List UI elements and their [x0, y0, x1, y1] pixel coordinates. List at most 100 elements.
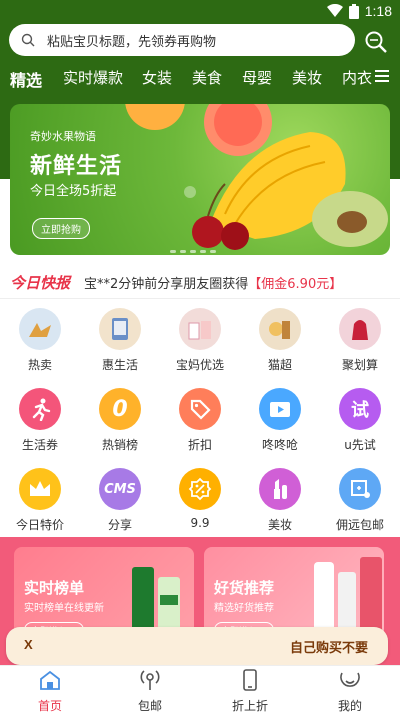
try-icon: 试	[339, 388, 381, 430]
runner-icon	[19, 388, 61, 430]
wifi-icon	[326, 4, 343, 17]
scan-icon[interactable]	[362, 28, 390, 56]
zero-icon: 0	[99, 388, 141, 430]
grid-label: 分享	[107, 518, 132, 532]
tab-baby[interactable]: 母婴	[242, 67, 272, 88]
tab-women[interactable]: 女装	[142, 67, 172, 88]
promo-subtitle: 精选好货推荐	[214, 603, 274, 614]
grid-item-tmall[interactable]: 猫超	[240, 308, 320, 373]
clock: 1:18	[364, 3, 392, 19]
grid-item-9-9[interactable]: 9.9	[160, 468, 240, 530]
banner-tagline: 奇妙水果物语	[30, 130, 96, 143]
percent-icon	[179, 468, 221, 510]
status-icons: 1:18	[326, 3, 392, 19]
life-icon	[99, 308, 141, 350]
tab-label: 首页	[37, 699, 62, 712]
grid-item-juhuasuan[interactable]: 聚划算	[320, 308, 400, 373]
tab-underwear[interactable]: 内衣	[342, 67, 372, 88]
tab-shipping[interactable]: 包邮	[100, 666, 200, 712]
phone-icon	[243, 669, 257, 691]
crown-icon	[19, 468, 61, 510]
lipstick-icon	[259, 468, 301, 510]
grid-item-share[interactable]: CMS 分享	[80, 468, 160, 533]
cms-icon: CMS	[99, 468, 141, 510]
grid-item-bestseller[interactable]: 0 热销榜	[80, 388, 160, 453]
status-bar: 1:18	[0, 0, 400, 22]
divider	[0, 298, 400, 299]
tab-featured[interactable]: 精选	[10, 67, 42, 91]
menu-icon[interactable]	[372, 65, 392, 89]
promo-banner[interactable]: 奇妙水果物语 新鲜生活 今日全场5折起 立即抢购	[10, 104, 390, 255]
banner-buy-button[interactable]: 立即抢购	[32, 218, 90, 239]
news-text: 宝**2分钟前分享朋友圈获得【佣金6.90元】	[84, 273, 342, 292]
tab-discount[interactable]: 折上折	[200, 666, 300, 712]
grid-item-discount[interactable]: 折扣	[160, 388, 240, 453]
news-message: 宝**2分钟前分享朋友圈获得	[84, 277, 249, 292]
promo-card-ranking[interactable]: 实时榜单 实时榜单在线更新 立即进入 >	[14, 547, 194, 637]
grid-item-dongdongqiang[interactable]: 咚咚呛	[240, 388, 320, 453]
grid-item-life[interactable]: 惠生活	[80, 308, 160, 373]
tab-label: 包邮	[137, 699, 162, 712]
news-logo: 今日快报	[10, 274, 71, 292]
cart-icon	[339, 468, 381, 510]
tab-beauty[interactable]: 美妆	[292, 67, 322, 88]
grid-label: 猫超	[267, 358, 292, 372]
cosmetics-illustration	[314, 557, 382, 637]
tab-hot-now[interactable]: 实时爆款	[63, 67, 123, 88]
grid-label: 佣远包邮	[335, 518, 384, 532]
juhuasuan-icon	[339, 308, 381, 350]
home-icon	[40, 670, 60, 690]
search-placeholder: 粘贴宝贝标题，先领券再购物	[47, 34, 217, 50]
toast-close-button[interactable]: X	[24, 637, 33, 652]
tab-food[interactable]: 美食	[192, 67, 222, 88]
grid-label: 咚咚呛	[261, 438, 298, 452]
grid-label: 折扣	[187, 438, 212, 452]
grid-label: 惠生活	[101, 358, 138, 372]
discount-tag-icon	[179, 388, 221, 430]
profile-icon	[340, 672, 360, 687]
promo-title: 好货推荐	[214, 579, 275, 597]
tab-label: 折上折	[231, 699, 268, 712]
grid-item-daily-deal[interactable]: 今日特价	[0, 468, 80, 533]
grid-label: 9.9	[190, 516, 210, 530]
grid-item-free-shipping[interactable]: 佣远包邮	[320, 468, 400, 533]
carousel-indicator	[170, 250, 216, 253]
grid-label: u先试	[344, 438, 376, 452]
promo-card-recommend[interactable]: 好货推荐 精选好货推荐 立即进入 >	[204, 547, 384, 637]
news-commission: 【佣金6.90元】	[248, 277, 343, 292]
grid-label: 今日特价	[15, 518, 64, 532]
grid-item-hot[interactable]: 热卖	[0, 308, 80, 373]
try-glyph: 试	[351, 400, 369, 421]
search-input[interactable]: 粘贴宝贝标题，先领券再购物	[9, 24, 355, 56]
grid-item-u-try[interactable]: 试 u先试	[320, 388, 400, 453]
promo-subtitle: 实时榜单在线更新	[24, 603, 104, 614]
tmall-market-icon	[259, 308, 301, 350]
bottom-tab-bar: 首页 包邮 折上折 我的	[0, 665, 400, 712]
tab-home[interactable]: 首页	[0, 666, 100, 712]
grid-item-mom-select[interactable]: 宝妈优选	[160, 308, 240, 373]
toast-notice: X 自己购买不要	[6, 627, 388, 665]
grid-item-life-coupon[interactable]: 生活券	[0, 388, 80, 453]
hot-sale-icon	[19, 308, 61, 350]
category-tabs: 精选 实时爆款 女装 美食 母婴 美妆 内衣	[0, 62, 400, 94]
header: 粘贴宝贝标题，先领券再购物	[0, 22, 400, 62]
tab-profile[interactable]: 我的	[300, 666, 400, 712]
toast-text: 自己购买不要	[289, 641, 368, 656]
banner-subtitle: 今日全场5折起	[30, 184, 117, 199]
tab-label: 我的	[337, 699, 362, 712]
battery-icon	[348, 3, 359, 19]
grid-item-beauty[interactable]: 美妆	[240, 468, 320, 533]
cms-glyph: CMS	[104, 481, 136, 497]
mom-select-icon	[179, 308, 221, 350]
grid-label: 美妆	[267, 518, 292, 532]
news-ticker[interactable]: 今日快报 宝**2分钟前分享朋友圈获得【佣金6.90元】	[0, 266, 400, 298]
toothpaste-illustration	[132, 567, 180, 637]
shipping-icon	[140, 670, 160, 690]
zero-glyph: 0	[112, 396, 128, 422]
grid-label: 生活券	[21, 438, 58, 452]
grid-label: 热卖	[27, 358, 52, 372]
grid-label: 宝妈优选	[175, 358, 224, 372]
search-icon	[21, 33, 35, 47]
video-icon	[259, 388, 301, 430]
banner-area: 奇妙水果物语 新鲜生活 今日全场5折起 立即抢购	[0, 94, 400, 259]
